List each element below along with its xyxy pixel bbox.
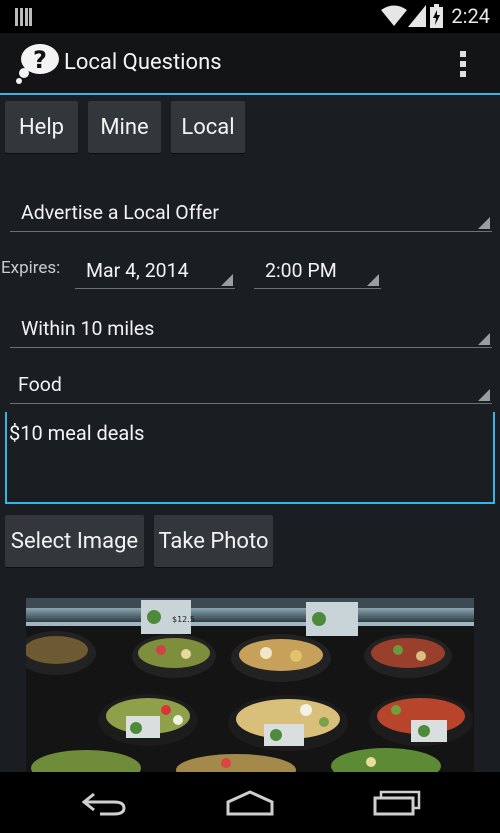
dropdown-arrow-icon [478, 217, 490, 229]
help-button[interactable]: Help [5, 101, 78, 153]
back-icon[interactable] [80, 790, 128, 816]
wifi-icon [381, 5, 407, 26]
expires-time-value: 2:00 PM [265, 259, 337, 282]
description-input[interactable]: $10 meal deals [5, 412, 495, 504]
dropdown-arrow-icon [478, 333, 490, 345]
battery-icon [430, 4, 443, 28]
mine-button[interactable]: Mine [88, 101, 161, 153]
offer-type-value: Advertise a Local Offer [21, 201, 219, 224]
food-photo: $12.5 [26, 598, 474, 772]
price-tag-label: $12.5 [172, 615, 195, 624]
dropdown-arrow-icon [367, 274, 379, 286]
status-bar: 2:24 [0, 0, 500, 33]
distance-value: Within 10 miles [21, 317, 155, 340]
expires-date-value: Mar 4, 2014 [86, 259, 189, 282]
dropdown-arrow-icon [478, 389, 490, 401]
svg-text:?: ? [33, 46, 47, 74]
description-value: $10 meal deals [9, 421, 145, 445]
app-title: Local Questions [64, 50, 222, 75]
notification-icon [15, 8, 32, 26]
take-photo-button[interactable]: Take Photo [154, 515, 273, 567]
category-spinner[interactable]: Food [10, 368, 492, 404]
home-icon[interactable] [225, 790, 275, 816]
expires-date-spinner[interactable]: Mar 4, 2014 [75, 254, 235, 289]
distance-spinner[interactable]: Within 10 miles [10, 312, 492, 348]
category-value: Food [18, 373, 62, 396]
recent-apps-icon[interactable] [373, 790, 421, 816]
question-bubble-icon: ? [16, 44, 59, 84]
status-time: 2:24 [451, 4, 490, 28]
expires-label: Expires: [1, 258, 61, 278]
expires-time-spinner[interactable]: 2:00 PM [254, 254, 381, 289]
local-button[interactable]: Local [171, 101, 245, 153]
offer-type-spinner[interactable]: Advertise a Local Offer [10, 196, 492, 232]
signal-icon [408, 5, 426, 27]
dropdown-arrow-icon [221, 274, 233, 286]
select-image-button[interactable]: Select Image [5, 515, 144, 567]
navigation-bar [0, 772, 500, 833]
overflow-menu-icon[interactable] [458, 51, 468, 77]
action-bar: ? Local Questions [0, 33, 500, 95]
